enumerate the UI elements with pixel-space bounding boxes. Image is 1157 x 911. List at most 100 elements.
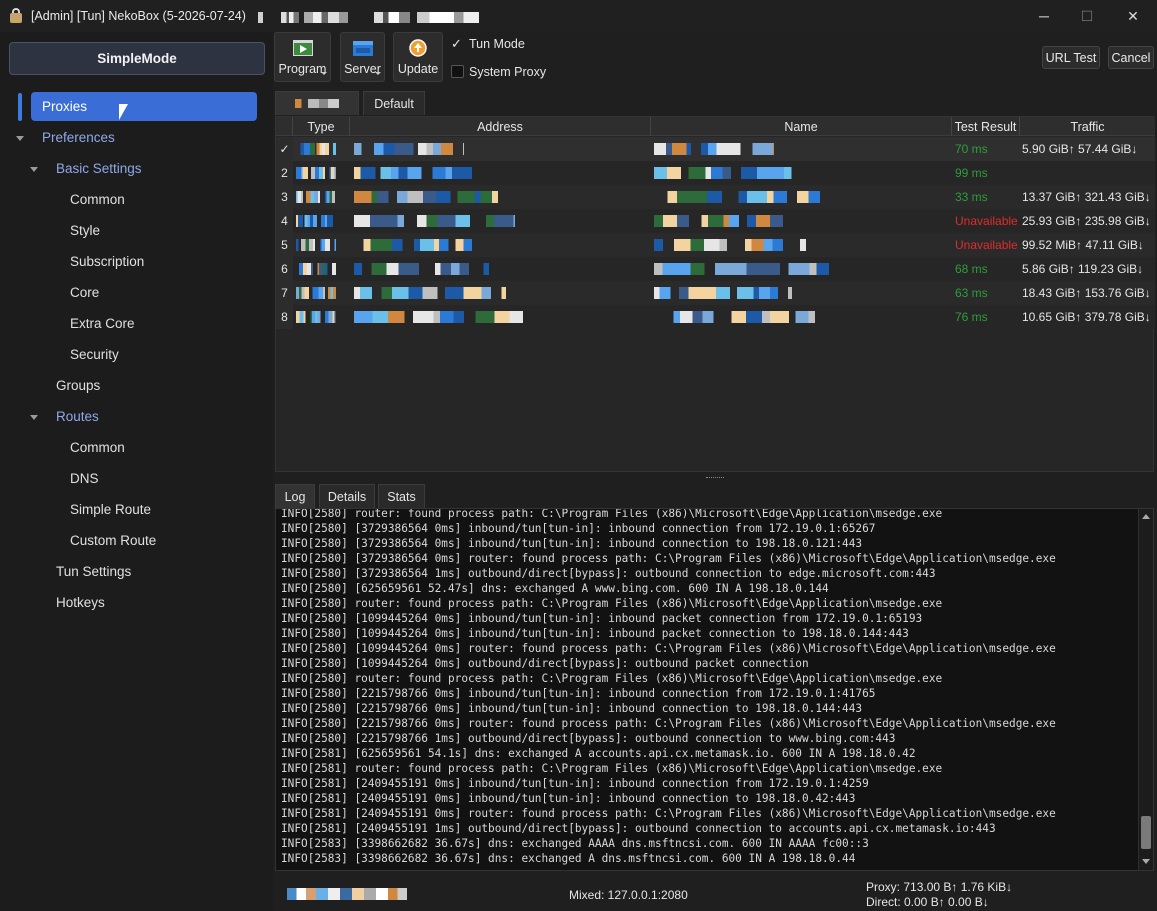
redacted-text	[296, 167, 336, 179]
scroll-up-icon[interactable]	[1142, 514, 1150, 519]
row-test-result: 63 ms	[955, 286, 988, 300]
redacted-text	[654, 311, 815, 323]
redacted-text	[296, 287, 336, 299]
main-panel: Program Server Update ✓ Tun Mode System …	[273, 32, 1157, 911]
sidebar-item-tun-settings[interactable]: Tun Settings	[56, 564, 131, 579]
minimize-button[interactable]: ─	[1021, 0, 1067, 32]
scroll-down-icon[interactable]	[1142, 859, 1150, 864]
maximize-button[interactable]: ☐	[1064, 0, 1110, 32]
row-type	[296, 137, 350, 161]
scroll-thumb[interactable]	[1141, 816, 1151, 849]
routes-expand-icon[interactable]	[30, 415, 38, 420]
sidebar-item-preferences[interactable]: Preferences	[42, 130, 115, 145]
sidebar-item-custom-route[interactable]: Custom Route	[70, 533, 156, 548]
row-type	[296, 185, 350, 209]
program-menu-button[interactable]: Program	[274, 32, 331, 82]
log-line: INFO[2580] [1099445264 0ms] inbound/tun[…	[281, 627, 909, 640]
log-line: INFO[2580] [2215798766 1ms] outbound/dir…	[281, 732, 896, 745]
tab-default[interactable]: Default	[363, 91, 425, 115]
row-traffic: 10.65 GiB↑ 379.78 GiB↓	[1022, 310, 1151, 324]
proxy-traffic: Proxy: 713.00 B↑ 1.76 KiB↓	[866, 880, 1013, 894]
simple-mode-button[interactable]: SimpleMode	[9, 42, 265, 75]
sidebar-item-basic-settings[interactable]: Basic Settings	[56, 161, 142, 176]
url-test-button[interactable]: URL Test	[1042, 46, 1100, 69]
sidebar-item-style[interactable]: Style	[70, 223, 100, 238]
log-line: INFO[2581] [2409455191 1ms] outbound/dir…	[281, 822, 996, 835]
table-row[interactable]: 3 33 ms 13.37 GiB↑ 321.43 GiB↓	[276, 185, 1155, 209]
sidebar-item-groups[interactable]: Groups	[56, 378, 100, 393]
column-test-result[interactable]: Test Result	[952, 117, 1020, 136]
sidebar-item-hotkeys[interactable]: Hotkeys	[56, 595, 105, 610]
tab-redacted-group[interactable]	[275, 91, 359, 115]
log-line: INFO[2581] [2409455191 0ms] inbound/tun[…	[281, 792, 856, 805]
server-dropdown-icon	[375, 72, 381, 75]
basic-settings-expand-icon[interactable]	[30, 167, 38, 172]
sidebar-item-subscription[interactable]: Subscription	[70, 254, 144, 269]
column-traffic[interactable]: Traffic	[1020, 117, 1155, 136]
row-traffic: 99.52 MiB↑ 47.11 GiB↓	[1022, 238, 1144, 252]
row-index: 7	[276, 281, 293, 305]
column-name[interactable]: Name	[651, 117, 952, 136]
row-type	[296, 257, 350, 281]
log-line: INFO[2581] router: found process path: C…	[281, 762, 943, 775]
log-view[interactable]: INFO[2580] router: found process path: C…	[275, 508, 1154, 871]
log-scrollbar[interactable]	[1138, 509, 1153, 870]
row-name	[654, 137, 950, 161]
direct-traffic: Direct: 0.00 B↑ 0.00 B↓	[866, 895, 989, 909]
sidebar-item-core[interactable]: Core	[70, 285, 99, 300]
update-icon	[409, 39, 427, 57]
cancel-button[interactable]: Cancel	[1108, 46, 1154, 69]
title-bar: [Admin] [Tun] NekoBox (5-2026-07-24) ─ ☐…	[0, 0, 1157, 32]
sidebar-item-routes[interactable]: Routes	[56, 409, 99, 424]
tun-mode-checkbox[interactable]: ✓	[451, 37, 464, 50]
table-row[interactable]: 4 Unavailable 25.93 GiB↑ 235.98 GiB↓	[276, 209, 1155, 233]
server-menu-button[interactable]: Server	[340, 32, 385, 82]
table-row[interactable]: 6 68 ms 5.86 GiB↑ 119.23 GiB↓	[276, 257, 1155, 281]
log-line: INFO[2580] [2215798766 0ms] inbound/tun[…	[281, 687, 876, 700]
sidebar-item-routes-common[interactable]: Common	[70, 440, 125, 455]
sidebar-item-proxies[interactable]: Proxies	[31, 92, 257, 121]
log-line: INFO[2583] [3398662682 36.67s] dns: exch…	[281, 837, 869, 850]
table-row[interactable]: 2 99 ms	[276, 161, 1155, 185]
update-button[interactable]: Update	[393, 32, 443, 82]
header-corner	[276, 117, 293, 136]
log-line: INFO[2580] [3729386564 0ms] inbound/tun[…	[281, 537, 863, 550]
redacted-text	[654, 215, 783, 227]
sidebar-item-simple-route[interactable]: Simple Route	[70, 502, 151, 517]
log-line: INFO[2580] [3729386564 0ms] router: foun…	[281, 552, 1056, 565]
row-index: 5	[276, 233, 293, 257]
preferences-expand-icon[interactable]	[16, 136, 24, 141]
table-row[interactable]: 8 76 ms 10.65 GiB↑ 379.78 GiB↓	[276, 305, 1155, 329]
redacted-text	[354, 263, 489, 275]
tab-details[interactable]: Details	[319, 484, 375, 508]
row-address	[354, 185, 650, 209]
row-type	[296, 281, 350, 305]
table-row[interactable]: ✓ 70 ms 5.90 GiB↑ 57.44 GiB↓	[276, 137, 1155, 161]
program-label: Program	[278, 62, 327, 76]
column-type[interactable]: Type	[293, 117, 350, 136]
panel-splitter[interactable]	[273, 473, 1157, 483]
log-line: INFO[2580] router: found process path: C…	[281, 597, 943, 610]
system-proxy-checkbox[interactable]	[451, 65, 464, 78]
row-index: 6	[276, 257, 293, 281]
sidebar-item-security[interactable]: Security	[70, 347, 119, 362]
close-button[interactable]: ✕	[1110, 0, 1156, 32]
column-address[interactable]: Address	[350, 117, 651, 136]
system-proxy-label: System Proxy	[469, 65, 547, 79]
tab-log[interactable]: Log	[275, 484, 315, 508]
row-test-result: 33 ms	[955, 190, 988, 204]
redacted-text	[354, 239, 472, 251]
sidebar-item-common[interactable]: Common	[70, 192, 125, 207]
sidebar-item-dns[interactable]: DNS	[70, 471, 99, 486]
sidebar-item-extra-core[interactable]: Extra Core	[70, 316, 135, 331]
tab-stats[interactable]: Stats	[378, 484, 425, 508]
log-line: INFO[2580] router: found process path: C…	[281, 672, 943, 685]
redacted-status-node	[287, 888, 407, 900]
table-row[interactable]: 7 63 ms 18.43 GiB↑ 153.76 GiB↓	[276, 281, 1155, 305]
tun-mode-label: Tun Mode	[469, 37, 525, 51]
redacted-text	[296, 263, 336, 275]
table-row[interactable]: 5 Unavailable 99.52 MiB↑ 47.11 GiB↓	[276, 233, 1155, 257]
row-traffic: 13.37 GiB↑ 321.43 GiB↓	[1022, 190, 1151, 204]
mixed-port: Mixed: 127.0.0.1:2080	[569, 888, 688, 902]
program-icon	[292, 40, 313, 56]
